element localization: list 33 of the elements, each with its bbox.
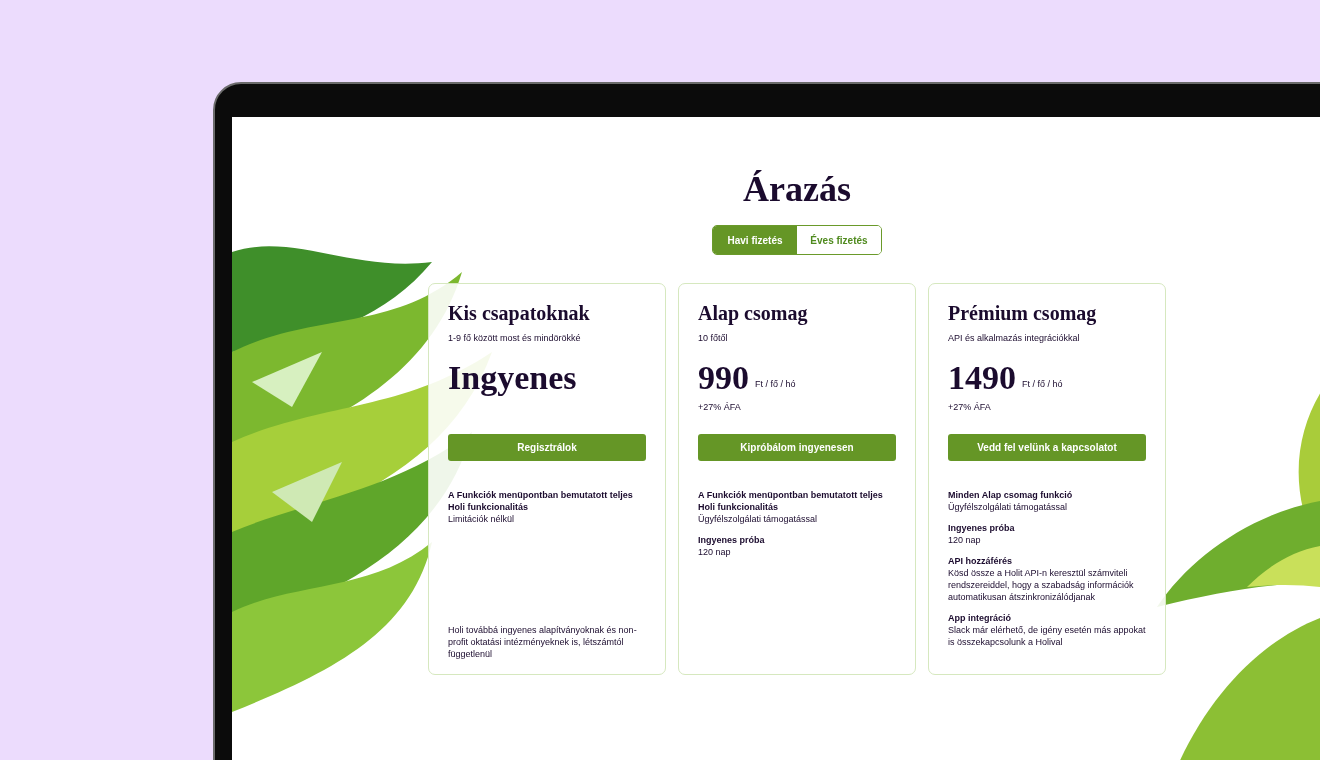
feature-title: A Funkciók menüpontban bemutatott teljes Holi funkcionalitás [448,489,634,513]
feature-detail: Ügyfélszolgálati támogatással [698,513,819,525]
plan-price: 990 [698,358,749,398]
price-unit: Ft / fő / hó [1022,378,1063,390]
feature-title: Minden Alap csomag funkció [948,489,1074,501]
plan-subtitle: API és alkalmazás integrációkkal [948,332,1081,344]
plan-subtitle: 1-9 fő között most és mindörökké [448,332,582,344]
feature-detail: Slack már elérhető, de igény esetén más appokat is összekapcsolunk a Holival [948,624,1146,648]
feature-detail: Limitációk nélkül [448,513,516,525]
vat-note: +27% ÁFA [948,401,992,414]
plan-button[interactable]: Regisztrálok [448,434,646,461]
billing-tab[interactable]: Havi fizetés [713,226,797,254]
plan-price: Ingyenes [448,358,577,398]
plan-subtitle: 10 főtől [698,332,729,344]
plan-name: Alap csomag [698,301,809,326]
feature-title: Ingyenes próba [948,522,1016,534]
feature-detail: 120 nap [948,534,982,546]
feature-title: Ingyenes próba [698,534,766,546]
plan-price: 1490 [948,358,1016,398]
plan-note: Holi továbbá ingyenes alapítványoknak és non-profit oktatási intézményeknek is, létszámtól függetlenül [448,624,638,660]
feature-title: API hozzáférés [948,555,1014,567]
feature-detail: Ügyfélszolgálati támogatással [948,501,1069,513]
vat-note: +27% ÁFA [698,401,742,414]
feature-detail: Kösd össze a Holit API-n keresztül számviteli rendszereiddel, hogy a szabadság információk automatikusan átszinkronizálódjanak [948,567,1135,603]
price-unit: Ft / fő / hó [755,378,796,390]
plan-button[interactable]: Vedd fel velünk a kapcsolatot [948,434,1146,461]
plan-name: Kis csapatoknak [448,301,591,326]
page-heading: Árazás [743,168,851,211]
feature-title: A Funkciók menüpontban bemutatott teljes Holi funkcionalitás [698,489,884,513]
plan-button[interactable]: Kipróbálom ingyenesen [698,434,896,461]
feature-title: App integráció [948,612,1012,624]
feature-detail: 120 nap [698,546,732,558]
plan-name: Prémium csomag [948,301,1098,326]
